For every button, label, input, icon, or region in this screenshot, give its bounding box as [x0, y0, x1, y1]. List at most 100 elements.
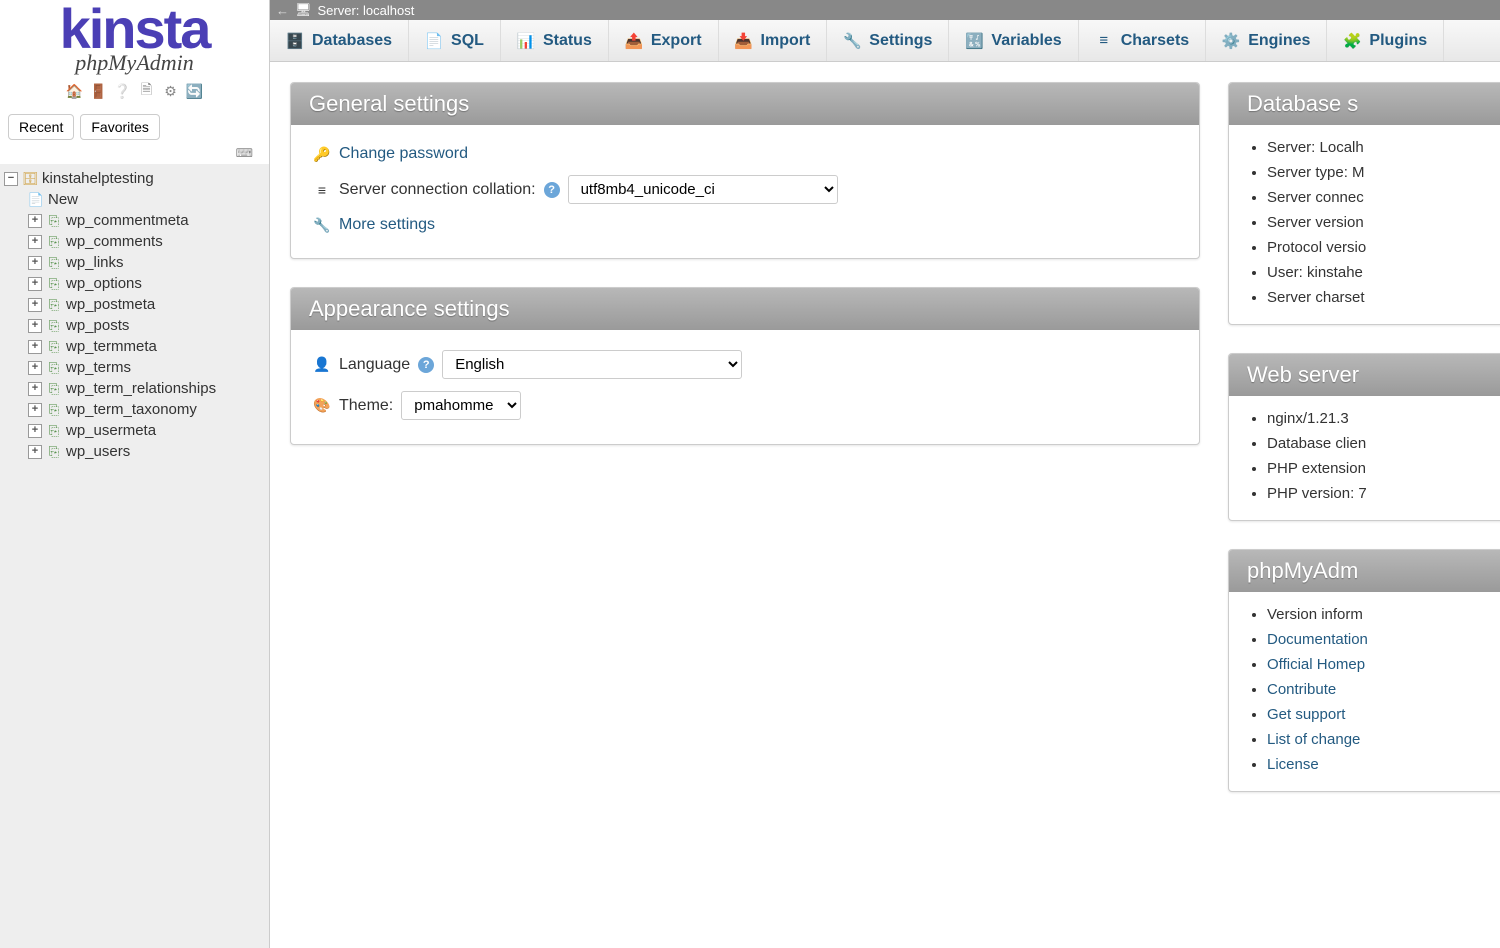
theme-label: Theme:: [339, 397, 393, 415]
tab-charsets[interactable]: ≡Charsets: [1079, 20, 1206, 61]
tab-label: Databases: [312, 32, 392, 50]
tab-variables[interactable]: 🔣Variables: [949, 20, 1078, 61]
sidebar-tabs: Recent Favorites: [0, 108, 269, 146]
tab-settings[interactable]: 🔧Settings: [827, 20, 949, 61]
panel-title: Web server: [1229, 354, 1500, 396]
nav-back-icon[interactable]: ←: [276, 3, 289, 18]
theme-select[interactable]: pmahomme: [401, 391, 521, 420]
info-item: Documentation: [1267, 627, 1500, 652]
table-icon: ⎘: [46, 276, 62, 292]
product-logo: phpMyAdmin: [8, 50, 261, 76]
expand-icon[interactable]: +: [28, 382, 42, 396]
language-select[interactable]: English: [442, 350, 742, 379]
panel-appearance-settings: Appearance settings 👤 Language ? English…: [290, 287, 1200, 445]
table-icon: ⎘: [46, 213, 62, 229]
top-tabs: 🗄️Databases 📄 SQL 📊Status📤Export📥Import🔧Set…: [270, 20, 1500, 62]
tree-table-row[interactable]: +⎘wp_commentmeta: [0, 210, 269, 231]
tab-label: Charsets: [1121, 32, 1189, 50]
status-icon: 📊: [517, 32, 535, 50]
reload-icon[interactable]: 🔄: [186, 82, 204, 100]
info-link[interactable]: Get support: [1267, 706, 1345, 723]
tree-table-row[interactable]: +⎘wp_term_taxonomy: [0, 399, 269, 420]
tree-table-row[interactable]: +⎘wp_links: [0, 252, 269, 273]
home-icon[interactable]: 🏠: [66, 82, 84, 100]
tab-recent[interactable]: Recent: [8, 114, 74, 140]
sql-icon[interactable]: 🗎: [138, 82, 156, 100]
sql-icon: 📄: [425, 32, 443, 50]
help-icon[interactable]: ?: [544, 182, 560, 198]
info-link[interactable]: Documentation: [1267, 631, 1368, 648]
tree-new-row[interactable]: 📄 New: [0, 189, 269, 210]
help-icon[interactable]: ?: [418, 357, 434, 373]
expand-icon[interactable]: +: [28, 235, 42, 249]
tree-table-row[interactable]: +⎘wp_users: [0, 441, 269, 462]
table-icon: ⎘: [46, 360, 62, 376]
collation-label: Server connection collation:: [339, 181, 536, 199]
breadcrumb: ← 🖥 Server: localhost: [270, 0, 1500, 20]
info-item: Server type: M: [1267, 160, 1500, 185]
info-item: Protocol versio: [1267, 235, 1500, 260]
tab-engines[interactable]: ⚙️Engines: [1206, 20, 1327, 61]
tab-export[interactable]: 📤Export: [609, 20, 719, 61]
panel-title: Database s: [1229, 83, 1500, 125]
tree-table-row[interactable]: +⎘wp_postmeta: [0, 294, 269, 315]
expand-icon[interactable]: +: [28, 277, 42, 291]
info-link[interactable]: Official Homep: [1267, 656, 1365, 673]
table-name: wp_posts: [66, 317, 129, 334]
tree-table-row[interactable]: +⎘wp_term_relationships: [0, 378, 269, 399]
info-item: nginx/1.21.3: [1267, 406, 1500, 431]
expand-icon[interactable]: +: [28, 340, 42, 354]
info-item: User: kinstahe: [1267, 260, 1500, 285]
tab-label: SQL: [451, 32, 484, 50]
tree-table-row[interactable]: + ⎘wp_terms: [0, 357, 269, 378]
more-settings-link[interactable]: More settings: [339, 216, 435, 234]
tree-table-row[interactable]: +⎘wp_termmeta: [0, 336, 269, 357]
tab-plugins[interactable]: 🧩Plugins: [1327, 20, 1444, 61]
panel-link-icon[interactable]: ⌨: [0, 146, 269, 164]
settings-icon[interactable]: ⚙: [162, 82, 180, 100]
expand-icon[interactable]: +: [28, 256, 42, 270]
brand-logo: kinsta: [8, 4, 261, 54]
tree-table-row[interactable]: +⎘wp_comments: [0, 231, 269, 252]
expand-icon[interactable]: +: [28, 403, 42, 417]
panel-general-settings: General settings 🔑 Change password ≡ Ser…: [290, 82, 1200, 259]
collation-select[interactable]: utf8mb4_unicode_ci: [568, 175, 838, 204]
logout-icon[interactable]: 🚪: [90, 82, 108, 100]
info-item: Database clien: [1267, 431, 1500, 456]
expand-icon[interactable]: +: [28, 214, 42, 228]
export-icon: 📤: [625, 32, 643, 50]
change-password-link[interactable]: Change password: [339, 145, 468, 163]
tab-favorites[interactable]: Favorites: [80, 114, 160, 140]
expand-icon[interactable]: +: [28, 424, 42, 438]
tab-sql[interactable]: 📄 SQL: [409, 20, 501, 61]
table-name: wp_terms: [66, 359, 131, 376]
tree-table-row[interactable]: +⎘wp_options: [0, 273, 269, 294]
panel-phpmyadmin: phpMyAdm Version informDocumentationOffi…: [1228, 549, 1500, 792]
expand-icon[interactable]: +: [28, 298, 42, 312]
info-link[interactable]: License: [1267, 756, 1319, 773]
tab-label: Plugins: [1369, 32, 1427, 50]
expand-icon[interactable]: +: [28, 445, 42, 459]
docs-icon[interactable]: ❔: [114, 82, 132, 100]
tab-label: Settings: [869, 32, 932, 50]
new-label: New: [48, 191, 78, 208]
expand-icon[interactable]: +: [28, 361, 42, 375]
variables-icon: 🔣: [965, 32, 983, 50]
panel-title: Appearance settings: [291, 288, 1199, 330]
tree-database-row[interactable]: − 🗄 kinstahelptesting: [0, 168, 269, 189]
tree-table-row[interactable]: +⎘wp_usermeta: [0, 420, 269, 441]
panel-title: phpMyAdm: [1229, 550, 1500, 592]
info-link[interactable]: Contribute: [1267, 681, 1336, 698]
tab-status[interactable]: 📊Status: [501, 20, 609, 61]
table-icon: ⎘: [46, 339, 62, 355]
info-link[interactable]: List of change: [1267, 731, 1360, 748]
expand-icon[interactable]: +: [28, 319, 42, 333]
panel-web-server: Web server nginx/1.21.3Database clienPHP…: [1228, 353, 1500, 521]
breadcrumb-server[interactable]: Server: localhost: [318, 3, 415, 18]
collapse-icon[interactable]: −: [4, 172, 18, 186]
tab-databases[interactable]: 🗄️Databases: [270, 20, 409, 61]
tab-import[interactable]: 📥Import: [719, 20, 828, 61]
collation-icon: ≡: [313, 181, 331, 199]
tree-table-row[interactable]: +⎘wp_posts: [0, 315, 269, 336]
import-icon: 📥: [735, 32, 753, 50]
